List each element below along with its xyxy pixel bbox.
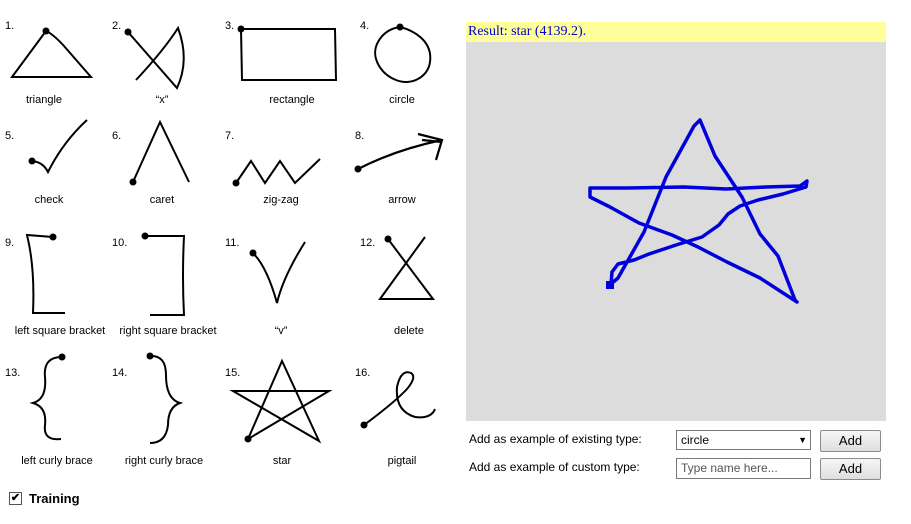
gesture-triangle: 1. triangle — [5, 20, 117, 135]
gesture-delete: 12. delete — [360, 235, 472, 352]
gesture-label: rectangle — [269, 94, 315, 106]
gesture-left-curly-brace: 13. left curly brace — [5, 353, 117, 482]
gesture-label: right curly brace — [124, 455, 204, 467]
gesture-caret: 6. caret — [112, 119, 224, 245]
gesture-label: zig-zag — [263, 194, 299, 206]
arrow-icon — [354, 132, 444, 173]
gesture-arrow: 8. arrow — [354, 130, 467, 245]
x-icon — [124, 25, 185, 90]
stroke-start-marker — [606, 281, 614, 289]
chevron-down-icon[interactable]: ▼ — [798, 431, 807, 449]
training-checkbox[interactable]: ✔ — [9, 492, 22, 505]
gesture-label: caret — [149, 194, 175, 206]
add-existing-type-button[interactable]: Add — [820, 430, 881, 452]
gesture-label: “x” — [155, 94, 169, 106]
gesture-label: “v” — [274, 325, 288, 337]
gesture-label: left curly brace — [21, 455, 93, 467]
custom-type-input[interactable]: Type name here... — [676, 458, 811, 479]
drawn-star-stroke — [588, 118, 809, 304]
check-icon — [28, 119, 88, 175]
gesture-label: delete — [394, 325, 424, 337]
zig-zag-icon — [232, 158, 321, 187]
existing-type-label: Add as example of existing type: — [469, 432, 642, 446]
gesture-label: star — [272, 455, 292, 467]
gesture-label: check — [34, 194, 64, 206]
custom-type-label: Add as example of custom type: — [469, 460, 640, 474]
gesture-v: 11. “v” — [225, 237, 337, 352]
gesture-star: 15. star — [225, 358, 337, 482]
gesture-label: triangle — [25, 94, 63, 106]
existing-type-select[interactable]: circle ▼ — [676, 430, 811, 450]
drawing-canvas[interactable] — [466, 42, 886, 421]
gesture-right-curly-brace: 14. right curly brace — [112, 352, 224, 482]
training-option[interactable]: ✔ Training — [9, 491, 80, 506]
gesture-label: arrow — [388, 194, 416, 206]
gesture-zig-zag: 7. zig-zag — [225, 130, 337, 245]
rectangle-icon — [237, 25, 338, 81]
gesture-x: 2. “x” — [112, 20, 224, 135]
gesture-rectangle: 3. rectangle — [225, 20, 338, 135]
gesture-label: right square bracket — [119, 325, 217, 337]
gesture-pigtail: 16. pigtail — [355, 367, 467, 482]
caret-icon — [129, 119, 190, 186]
gesture-check: 5. check — [5, 119, 117, 245]
triangle-icon — [10, 27, 94, 78]
result-text: Result: star (4139.2). — [466, 22, 886, 42]
gesture-label: pigtail — [387, 455, 417, 467]
training-label: Training — [29, 491, 80, 506]
gesture-label: circle — [389, 94, 415, 106]
gesture-label: left square bracket — [14, 325, 106, 337]
gesture-right-square-bracket: 10. right square bracket — [112, 232, 224, 352]
existing-type-selected-value: circle — [681, 433, 710, 447]
circle-icon — [374, 23, 432, 83]
gesture-circle: 4. circle — [360, 20, 472, 135]
add-custom-type-button[interactable]: Add — [820, 458, 881, 480]
gesture-left-square-bracket: 9. left square bracket — [5, 233, 117, 352]
